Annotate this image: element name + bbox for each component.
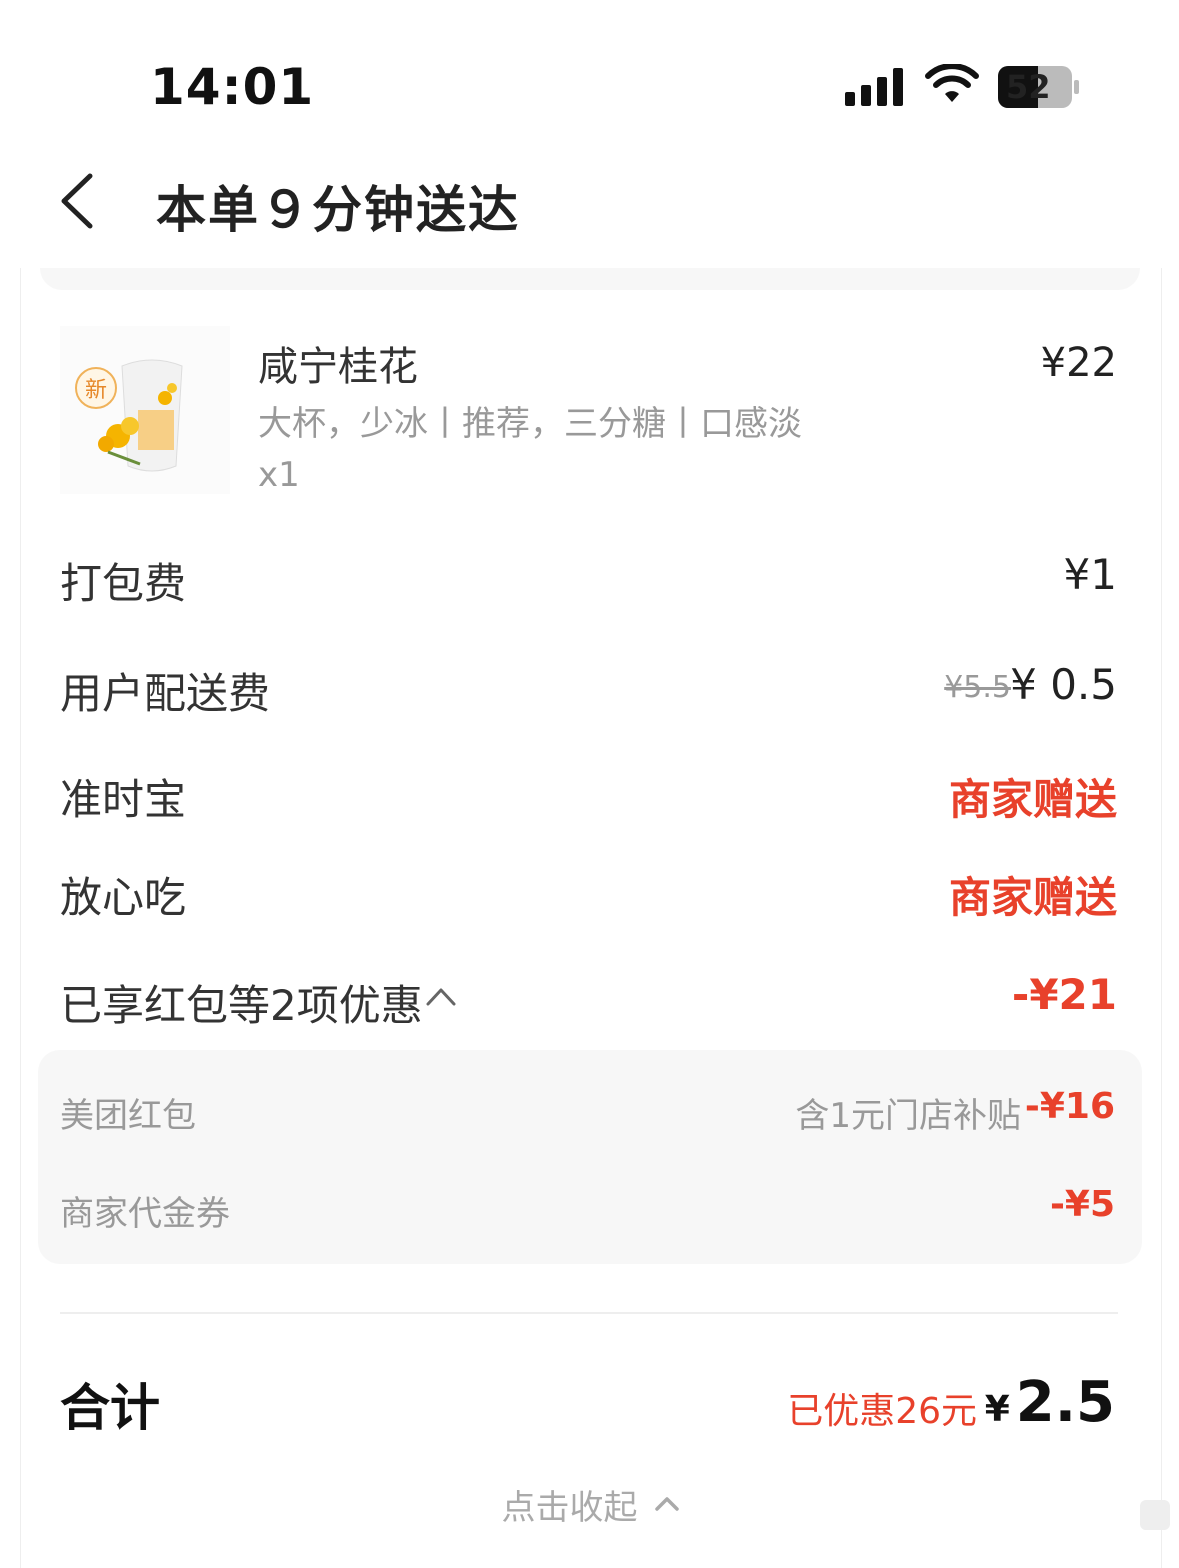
ontime-guarantee-value: 商家赠送 — [948, 775, 1117, 824]
packing-fee-value: ¥1 — [1063, 550, 1117, 599]
promotion-summary-value: -¥21 — [1011, 970, 1117, 1019]
chevron-up-icon[interactable] — [654, 1494, 680, 1512]
packing-fee-label: 打包费 — [60, 559, 187, 608]
chevron-up-icon[interactable] — [424, 984, 458, 1008]
merchant-voucher-value: -¥5 — [1049, 1184, 1115, 1225]
total-label: 合计 — [60, 1379, 160, 1437]
collapse-button[interactable]: 点击收起 — [0, 1480, 1179, 1529]
signal-icon — [845, 68, 903, 106]
merchant-voucher-label: 商家代金券 — [60, 1194, 230, 1234]
page-title: 本单９分钟送达 — [156, 181, 520, 239]
chevron-left-icon[interactable] — [56, 172, 100, 230]
scroll-indicator — [1140, 1500, 1170, 1530]
delivery-fee-original: ¥5.5 — [944, 670, 1011, 705]
status-time: 14:01 — [150, 58, 315, 116]
meituan-redpacket-note: 含1元门店补贴 — [795, 1096, 1021, 1136]
wifi-icon — [925, 64, 979, 102]
meituan-redpacket-label: 美团红包 — [60, 1096, 196, 1136]
product-image[interactable]: 新 — [60, 326, 230, 494]
battery-level: 52 — [1006, 68, 1051, 106]
food-safety-label: 放心吃 — [60, 873, 187, 922]
total-amount: ¥2.5 — [985, 1370, 1115, 1435]
promotion-summary-label[interactable]: 已享红包等2项优惠 — [60, 972, 423, 1033]
total-saved: 已优惠26元 — [787, 1391, 977, 1432]
product-price: ¥22 — [1040, 340, 1117, 386]
new-badge-text: 新 — [85, 378, 107, 403]
total-number: 2.5 — [1015, 1370, 1115, 1435]
currency-symbol: ¥ — [984, 1389, 1010, 1430]
product-name: 咸宁桂花 — [258, 344, 418, 390]
meituan-redpacket-value: -¥16 — [1024, 1086, 1115, 1127]
product-quantity: x1 — [258, 455, 300, 495]
collapse-label: 点击收起 — [501, 1488, 638, 1528]
product-spec: 大杯，少冰丨推荐，三分糖丨口感淡 — [258, 404, 802, 444]
divider — [60, 1312, 1118, 1314]
delivery-fee-label: 用户配送费 — [60, 669, 271, 718]
drink-cup-image: 新 — [60, 326, 230, 494]
card-top-edge — [40, 268, 1140, 290]
delivery-fee-value: ¥ 0.5 — [1010, 660, 1117, 709]
ontime-guarantee-label: 准时宝 — [60, 775, 187, 824]
food-safety-value: 商家赠送 — [948, 873, 1117, 922]
